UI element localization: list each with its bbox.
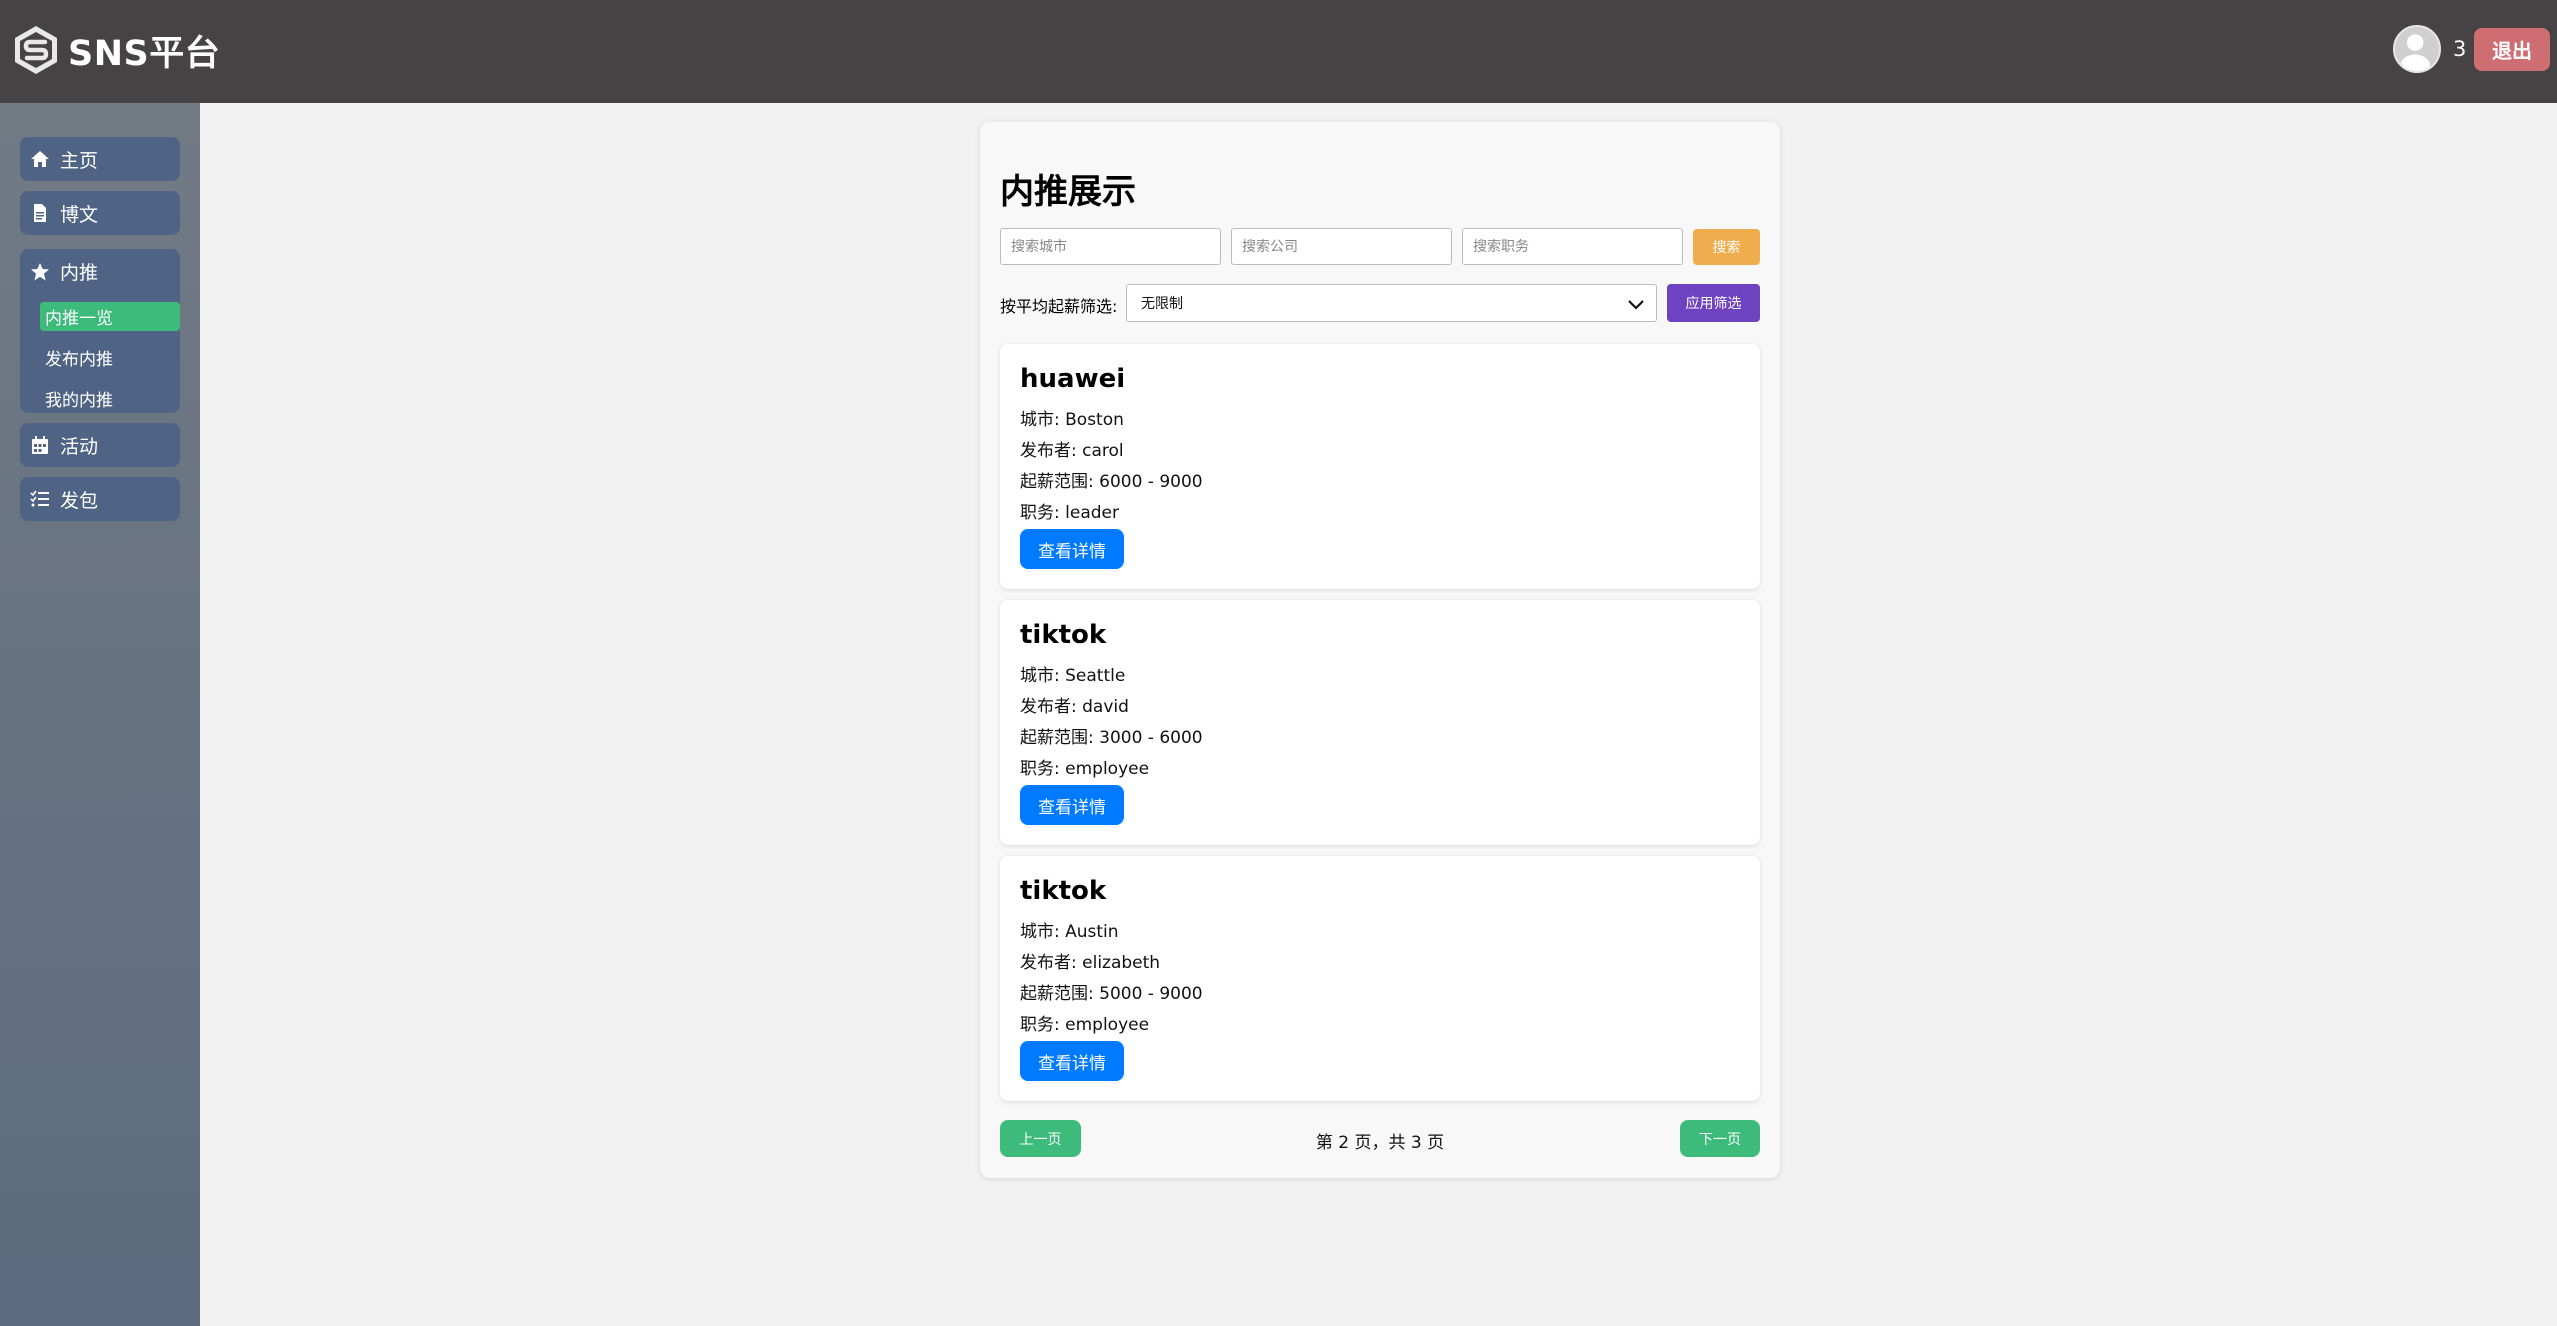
referral-card: tiktok 城市: Seattle 发布者: david 起薪范围: 3000… xyxy=(1000,600,1760,845)
apply-filter-button[interactable]: 应用筛选 xyxy=(1667,284,1760,322)
chevron-down-icon xyxy=(1628,300,1644,310)
page-title: 内推展示 xyxy=(1000,172,1136,212)
next-page-button[interactable]: 下一页 xyxy=(1680,1120,1760,1157)
search-company-input[interactable] xyxy=(1231,228,1452,265)
sidebar-item-label: 发包 xyxy=(60,489,99,512)
city-text: 城市: Boston xyxy=(1020,410,1124,430)
company-name: tiktok xyxy=(1020,620,1107,650)
sidebar-item-label: 主页 xyxy=(60,149,99,172)
top-bar: SNS平台 3 退出 xyxy=(0,0,2557,103)
user-avatar-icon xyxy=(2400,34,2430,71)
pagination-info: 第 2 页，共 3 页 xyxy=(1315,1133,1445,1153)
poster-text: 发布者: david xyxy=(1020,697,1129,717)
sidebar-subitem-my-referrals[interactable]: 我的内推 xyxy=(40,384,180,413)
document-icon xyxy=(34,204,46,222)
referral-card: tiktok 城市: Austin 发布者: elizabeth 起薪范围: 5… xyxy=(1000,856,1760,1101)
view-details-button[interactable]: 查看详情 xyxy=(1020,785,1124,825)
city-text: 城市: Seattle xyxy=(1020,666,1126,686)
salary-range-text: 起薪范围: 3000 - 6000 xyxy=(1020,728,1203,748)
app-logo[interactable]: SNS平台 xyxy=(12,24,220,76)
sidebar-item-label: 活动 xyxy=(60,435,99,458)
sidebar-item-tasks[interactable]: 发包 xyxy=(20,477,180,521)
referral-card: huawei 城市: Boston 发布者: carol 起薪范围: 6000 … xyxy=(1000,344,1760,589)
logout-button[interactable]: 退出 xyxy=(2474,28,2550,71)
sidebar: 主页 博文 内推 内推一览 发布内推 我的内推 活动 发包 xyxy=(0,103,200,1326)
search-position-input[interactable] xyxy=(1462,228,1683,265)
city-text: 城市: Austin xyxy=(1020,922,1119,942)
view-details-button[interactable]: 查看详情 xyxy=(1020,529,1124,569)
sidebar-subitem-referral-list[interactable]: 内推一览 xyxy=(40,302,180,331)
logo-icon xyxy=(15,26,57,74)
salary-filter-value: 无限制 xyxy=(1141,296,1183,312)
app-title: SNS平台 xyxy=(68,33,221,74)
sidebar-item-label: 博文 xyxy=(60,203,99,226)
position-text: 职务: employee xyxy=(1020,1015,1150,1035)
sidebar-item-home[interactable]: 主页 xyxy=(20,137,180,181)
salary-filter-label: 按平均起薪筛选: xyxy=(1000,297,1118,316)
avatar[interactable] xyxy=(2393,25,2441,73)
company-name: huawei xyxy=(1020,364,1126,394)
company-name: tiktok xyxy=(1020,876,1107,906)
home-icon xyxy=(31,151,49,167)
salary-range-text: 起薪范围: 6000 - 9000 xyxy=(1020,472,1203,492)
view-details-button[interactable]: 查看详情 xyxy=(1020,1041,1124,1081)
sidebar-subitem-publish-referral[interactable]: 发布内推 xyxy=(40,343,180,372)
salary-range-text: 起薪范围: 5000 - 9000 xyxy=(1020,984,1203,1004)
sidebar-item-label: 内推 xyxy=(60,262,99,284)
list-icon xyxy=(30,490,49,507)
star-icon xyxy=(31,262,49,280)
calendar-icon xyxy=(32,436,48,454)
search-button[interactable]: 搜索 xyxy=(1693,229,1760,265)
referral-panel: 内推展示 搜索 按平均起薪筛选: 无限制 应用筛选 huawei 城市: Bos… xyxy=(980,122,1780,1178)
prev-page-button[interactable]: 上一页 xyxy=(1000,1120,1081,1157)
notification-count: 3 xyxy=(2453,37,2467,61)
position-text: 职务: employee xyxy=(1020,759,1150,779)
position-text: 职务: leader xyxy=(1020,503,1119,523)
salary-filter-select[interactable]: 无限制 xyxy=(1126,284,1657,322)
sidebar-item-events[interactable]: 活动 xyxy=(20,423,180,467)
search-city-input[interactable] xyxy=(1000,228,1221,265)
poster-text: 发布者: carol xyxy=(1020,441,1124,461)
sidebar-item-referral[interactable]: 内推 xyxy=(30,258,98,285)
sidebar-group-referral: 内推 内推一览 发布内推 我的内推 xyxy=(20,249,180,413)
sidebar-item-posts[interactable]: 博文 xyxy=(20,191,180,235)
poster-text: 发布者: elizabeth xyxy=(1020,953,1161,973)
